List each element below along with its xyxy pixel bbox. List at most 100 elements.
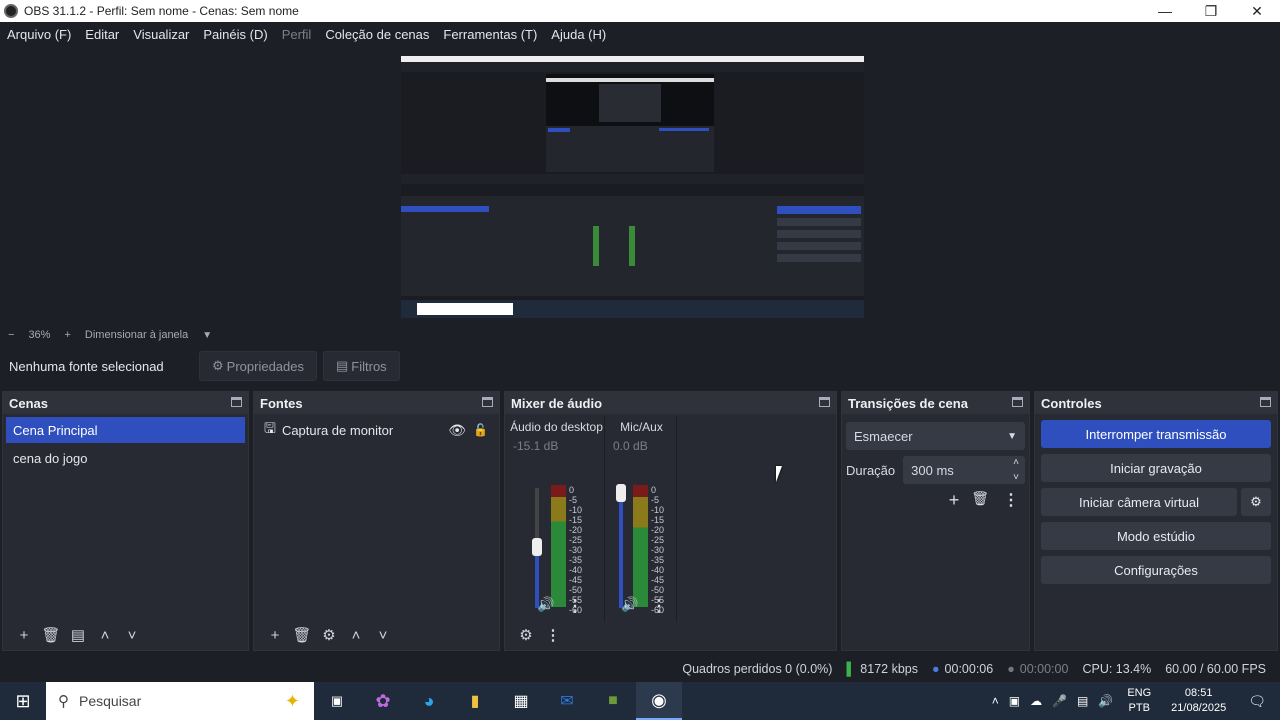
controls-dock: Controles Interromper transmissão Inicia… xyxy=(1034,391,1278,651)
meter-tick: -25 xyxy=(569,535,583,545)
search-placeholder: Pesquisar xyxy=(79,693,142,709)
obs-logo-icon xyxy=(4,4,18,18)
file-explorer-icon[interactable]: ▮ xyxy=(452,682,498,720)
more-options-icon[interactable]: ⋮ xyxy=(540,623,566,647)
store-icon[interactable]: ▦ xyxy=(498,682,544,720)
channel-db: 0.0 dB xyxy=(613,439,648,453)
network-icon[interactable]: ▤ xyxy=(1077,694,1088,708)
virtual-camera-settings-button[interactable]: ⚙ xyxy=(1241,488,1271,516)
mixer-settings-icon[interactable]: ⚙ xyxy=(513,623,539,647)
eye-icon[interactable]: 👁 xyxy=(448,422,466,439)
gear-icon[interactable]: ⚙ xyxy=(316,623,342,647)
fit-to-window-label[interactable]: Dimensionar à janela xyxy=(85,329,188,341)
duration-input[interactable]: 300 ms ˄ ˅ xyxy=(903,456,1025,484)
source-name: Captura de monitor xyxy=(281,422,394,438)
undock-icon[interactable] xyxy=(1260,397,1271,407)
more-options-icon[interactable]: ⋮ xyxy=(567,596,583,616)
chevron-up-icon[interactable]: ˄ xyxy=(92,623,118,647)
clock[interactable]: 08:51 21/08/2025 xyxy=(1171,686,1226,716)
controls-header: Controles xyxy=(1035,392,1277,414)
lock-icon[interactable]: 🔓 xyxy=(473,423,488,437)
onedrive-icon[interactable]: ☁ xyxy=(1030,694,1042,708)
meter-tick: 0 xyxy=(651,485,657,495)
outlook-icon[interactable]: ✉ xyxy=(544,682,590,720)
volume-icon[interactable]: 🔊 xyxy=(1098,694,1113,708)
copilot-icon[interactable]: ✿ xyxy=(360,682,406,720)
chevron-down-icon[interactable]: ˅ xyxy=(119,623,145,647)
meter-tick: -40 xyxy=(651,565,665,575)
chevron-up-icon[interactable]: ˄ xyxy=(992,694,999,708)
meet-now-icon[interactable]: ▣ xyxy=(1009,694,1020,708)
start-virtual-camera-button[interactable]: Iniciar câmera virtual xyxy=(1041,488,1237,516)
speaker-icon[interactable]: 🔊 xyxy=(621,596,638,613)
undock-icon[interactable] xyxy=(819,397,830,407)
channel-db: -15.1 dB xyxy=(513,439,559,453)
more-options-icon[interactable]: ⋮ xyxy=(651,596,667,616)
microphone-icon[interactable]: 🎤 xyxy=(1052,694,1067,708)
more-options-icon[interactable]: ⋮ xyxy=(1003,490,1019,511)
notification-icon[interactable]: 🗨 xyxy=(1248,693,1266,710)
filter-icon[interactable]: ▤ xyxy=(65,623,91,647)
properties-button[interactable]: ⚙ Propriedades xyxy=(199,351,317,381)
menu-colecao-cenas[interactable]: Coleção de cenas xyxy=(325,27,429,42)
taskbar-search[interactable]: ⚲ Pesquisar ✦ xyxy=(46,682,314,720)
speaker-icon[interactable]: 🔊 xyxy=(537,596,554,613)
filters-button[interactable]: ▤ Filtros xyxy=(322,351,400,381)
stop-streaming-button[interactable]: Interromper transmissão xyxy=(1041,420,1271,448)
add-icon[interactable]: + xyxy=(11,623,37,647)
scenes-dock: Cenas Cena Principal cena do jogo + 🗑 ▤ … xyxy=(2,391,249,651)
start-recording-button[interactable]: Iniciar gravação xyxy=(1041,454,1271,482)
undock-icon[interactable] xyxy=(231,397,242,407)
signal-icon: ▌ xyxy=(846,662,856,676)
menu-arquivo[interactable]: Arquivo (F) xyxy=(7,27,71,42)
zoom-value: 36% xyxy=(28,329,51,341)
studio-mode-button[interactable]: Modo estúdio xyxy=(1041,522,1271,550)
audio-mixer-dock: Mixer de áudio Áudio do desktop -15.1 dB… xyxy=(504,391,837,651)
mouse-cursor-icon xyxy=(776,466,782,482)
minimize-button[interactable]: — xyxy=(1142,0,1188,22)
edge-icon[interactable]: ◕ xyxy=(406,682,452,720)
transitions-title: Transições de cena xyxy=(848,395,968,411)
chevron-up-icon[interactable]: ˄ xyxy=(343,623,369,647)
duration-value: 300 ms xyxy=(911,462,954,478)
trash-icon[interactable]: 🗑 xyxy=(971,490,989,511)
obs-taskbar-icon[interactable]: ◉ xyxy=(636,682,682,720)
add-icon[interactable]: + xyxy=(949,490,960,511)
scene-item[interactable]: Cena Principal xyxy=(6,417,245,443)
scene-item[interactable]: cena do jogo xyxy=(6,445,245,471)
chevron-down-icon[interactable]: ˅ xyxy=(370,623,396,647)
language-indicator[interactable]: ENG PTB xyxy=(1127,686,1151,716)
menu-ajuda[interactable]: Ajuda (H) xyxy=(551,27,606,42)
volume-slider-handle[interactable] xyxy=(616,484,626,502)
zoom-in-button[interactable]: + xyxy=(64,329,70,341)
mixer-title: Mixer de áudio xyxy=(511,395,603,411)
menu-visualizar[interactable]: Visualizar xyxy=(133,27,189,42)
transition-select[interactable]: Esmaecer ▼ xyxy=(846,422,1025,450)
close-button[interactable]: ✕ xyxy=(1234,0,1280,22)
undock-icon[interactable] xyxy=(1012,397,1023,407)
language-primary: ENG xyxy=(1127,687,1152,699)
task-view-icon[interactable]: ▣ xyxy=(314,682,360,720)
menu-paineis[interactable]: Painéis (D) xyxy=(203,27,267,42)
maximize-button[interactable]: ❐ xyxy=(1188,0,1234,22)
zoom-dropdown-icon[interactable]: ▼ xyxy=(202,330,212,341)
windows-start-icon[interactable]: ⊞ xyxy=(0,682,46,720)
minecraft-icon[interactable]: ■ xyxy=(590,682,636,720)
meter-tick: -25 xyxy=(651,535,665,545)
trash-icon[interactable]: 🗑 xyxy=(289,623,315,647)
program-preview[interactable] xyxy=(401,56,864,318)
volume-slider-handle[interactable] xyxy=(532,538,542,556)
no-source-label: Nenhuma fonte selecionad xyxy=(9,358,164,374)
chevron-down-icon[interactable]: ˅ xyxy=(1013,472,1019,483)
chevron-up-icon[interactable]: ˄ xyxy=(1013,457,1019,468)
trash-icon[interactable]: 🗑 xyxy=(38,623,64,647)
menu-perfil[interactable]: Perfil xyxy=(282,27,312,42)
menu-ferramentas[interactable]: Ferramentas (T) xyxy=(443,27,537,42)
settings-button[interactable]: Configurações xyxy=(1041,556,1271,584)
undock-icon[interactable] xyxy=(482,397,493,407)
source-item[interactable]: 🖫 Captura de monitor 👁 🔓 xyxy=(257,417,496,443)
add-icon[interactable]: + xyxy=(262,623,288,647)
gear-icon: ⚙ xyxy=(1250,494,1262,509)
menu-editar[interactable]: Editar xyxy=(85,27,119,42)
zoom-out-button[interactable]: − xyxy=(8,329,14,341)
